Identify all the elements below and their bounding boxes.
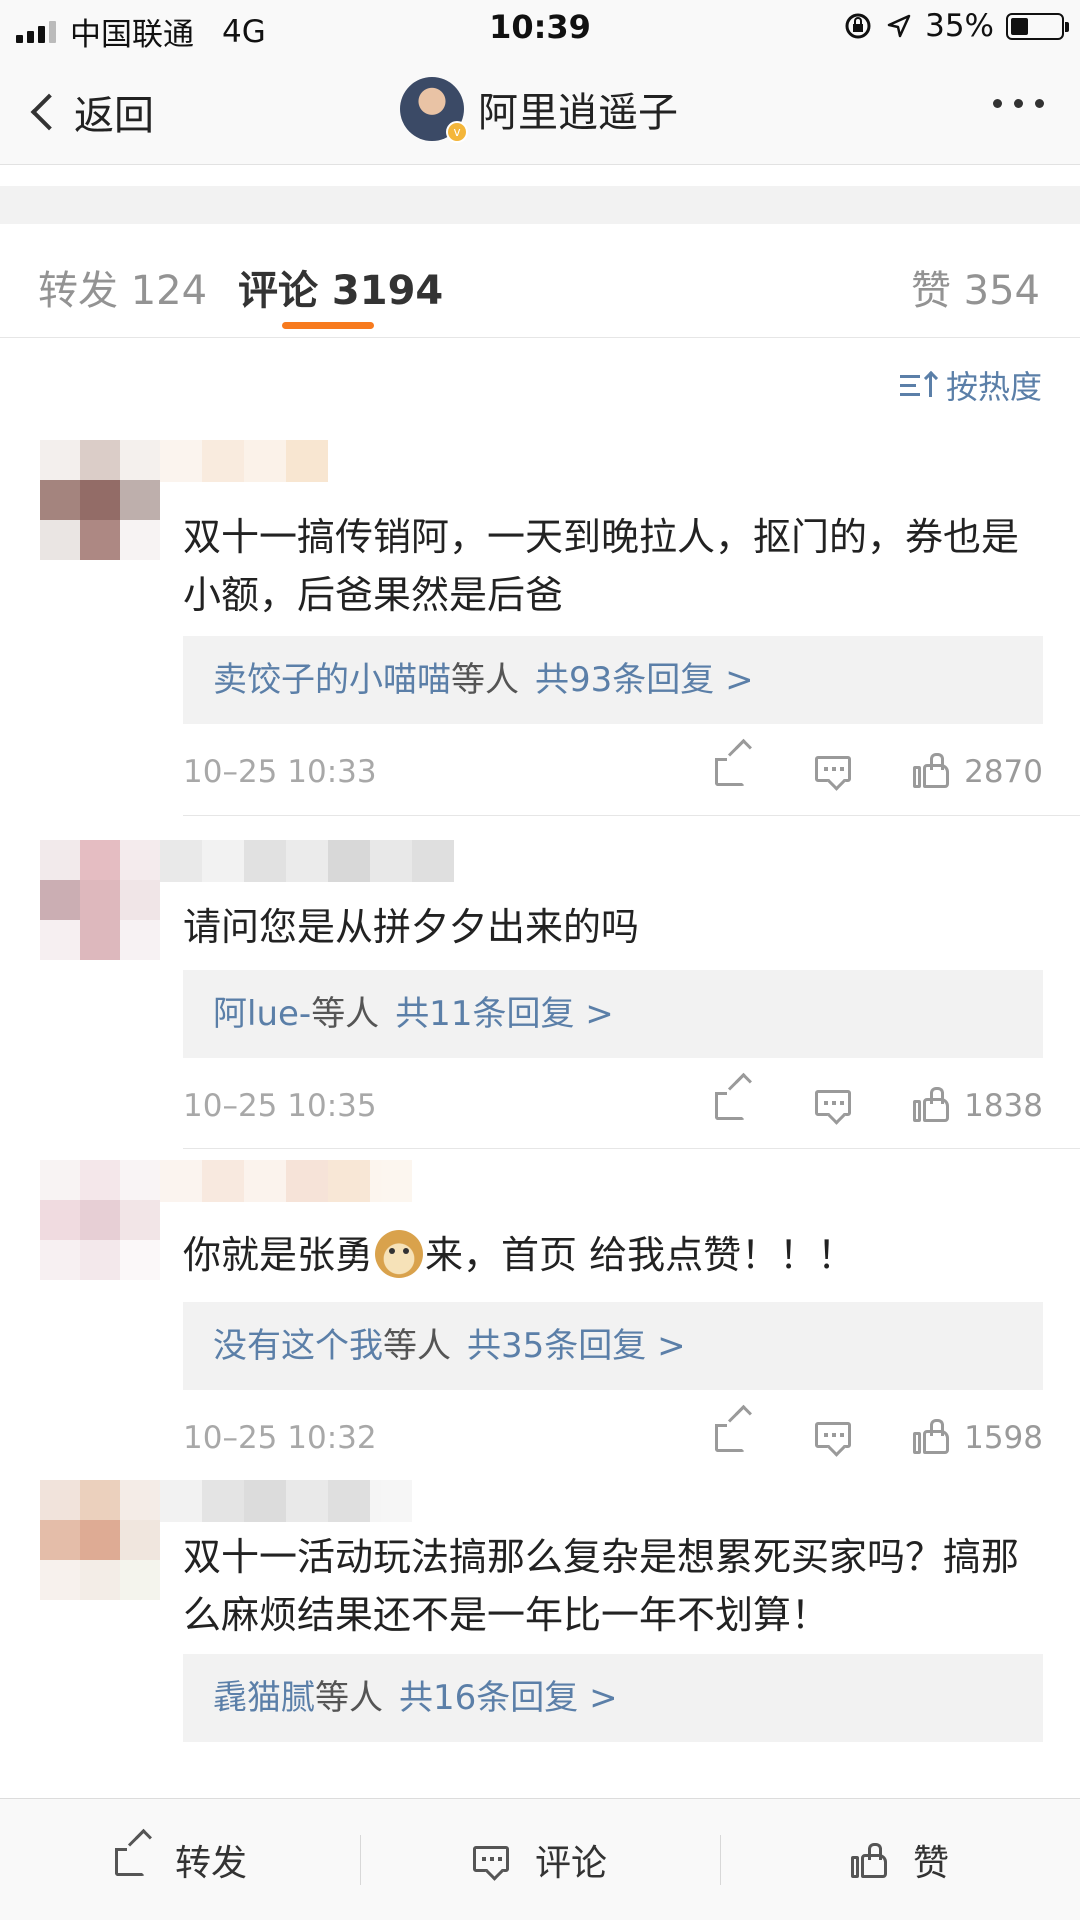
share-icon[interactable] (713, 1404, 752, 1454)
comment-text-part: 你就是张勇 (183, 1233, 374, 1277)
comment-meta: 10–25 10:33 2870 (183, 738, 1043, 794)
commenter-avatar[interactable] (40, 840, 160, 960)
comment-icon (472, 1842, 511, 1878)
reply-users[interactable]: 毳猫腻 (213, 1678, 315, 1718)
sort-icon (899, 370, 939, 399)
like-count: 2870 (964, 754, 1043, 790)
reply-count[interactable]: 共16条回复 > (399, 1678, 618, 1718)
share-icon (113, 1828, 152, 1878)
comment-timestamp: 10–25 10:33 (183, 754, 377, 790)
reply-suffix: 等人 (311, 994, 380, 1034)
tab-repost[interactable]: 转发 124 (38, 258, 207, 316)
commenter-name-blurred[interactable] (160, 1480, 412, 1522)
tab-comments[interactable]: 评论 3194 (238, 258, 443, 316)
repost-label: 转发 (174, 1843, 247, 1884)
avatar: v (400, 77, 468, 143)
reply-suffix: 等人 (315, 1678, 383, 1718)
comment-timestamp: 10–25 10:35 (183, 1088, 377, 1124)
share-icon[interactable] (713, 738, 752, 788)
tab-bar: 转发 124 评论 3194 赞 354 (0, 224, 1080, 338)
comment-label: 评论 (534, 1843, 607, 1884)
commenter-name-blurred[interactable] (160, 840, 454, 882)
status-bar: 中国联通 4G 10:39 35% (0, 0, 1080, 55)
reply-suffix: 等人 (451, 660, 519, 700)
location-arrow-icon (887, 14, 911, 38)
comment-text: 双十一搞传销阿，一天到晚拉人，抠门的，券也是小额，后爸果然是后爸 (183, 515, 1020, 617)
location-lock-icon (845, 13, 871, 39)
comment-text-part: 来，首页 给我点赞！！！ (425, 1233, 856, 1277)
reply-users[interactable]: 没有这个我 (213, 1326, 383, 1366)
share-icon[interactable] (713, 1072, 752, 1122)
like-label: 赞 (912, 1843, 949, 1884)
back-chevron-icon (30, 93, 68, 131)
doge-emoji-icon (375, 1230, 424, 1278)
sort-label: 按热度 (945, 368, 1042, 406)
nav-bar: 返回 v 阿里逍遥子 (0, 55, 1080, 165)
divider (183, 1148, 1080, 1149)
bottom-toolbar: 转发 评论 赞 (0, 1798, 1080, 1920)
screen: 中国联通 4G 10:39 35% 返回 v 阿里逍遥子 转发 124 评论 3… (0, 0, 1080, 1920)
comment-meta: 10–25 10:35 1838 (183, 1072, 1043, 1128)
divider (183, 815, 1080, 816)
like-icon (850, 1842, 889, 1878)
comment-icon[interactable] (815, 1086, 853, 1122)
commenter-avatar[interactable] (40, 440, 160, 560)
repost-button[interactable]: 转发 (0, 1799, 360, 1920)
battery-icon (1006, 12, 1069, 40)
reply-count[interactable]: 共93条回复 > (535, 660, 754, 700)
reply-users[interactable]: 卖饺子的小喵喵 (213, 660, 451, 700)
like-count: 1598 (964, 1420, 1043, 1456)
reply-summary[interactable]: 阿lue-等人 共11条回复 > (183, 970, 1043, 1058)
like-button[interactable]: 赞 (720, 1799, 1080, 1920)
reply-suffix: 等人 (383, 1326, 451, 1366)
battery-fill (1011, 17, 1028, 35)
battery-percent: 35% (925, 8, 994, 44)
like-icon[interactable] (913, 1086, 951, 1122)
reply-count[interactable]: 共35条回复 > (467, 1326, 686, 1366)
comment-icon[interactable] (815, 1418, 853, 1454)
like-icon[interactable] (913, 1418, 951, 1454)
like-count: 1838 (964, 1088, 1043, 1124)
sort-button[interactable]: 按热度 (899, 362, 1042, 408)
nav-title-group[interactable]: v 阿里逍遥子 (400, 77, 678, 143)
comment-timestamp: 10–25 10:32 (183, 1420, 377, 1456)
reply-summary[interactable]: 卖饺子的小喵喵等人 共93条回复 > (183, 636, 1043, 724)
comment-meta: 10–25 10:32 1598 (183, 1404, 1043, 1460)
comment-text: 请问您是从拼夕夕出来的吗 (183, 905, 640, 949)
commenter-avatar[interactable] (40, 1480, 160, 1600)
reply-summary[interactable]: 毳猫腻等人 共16条回复 > (183, 1654, 1043, 1742)
commenter-name-blurred[interactable] (160, 1160, 412, 1202)
commenter-name-blurred[interactable] (160, 440, 328, 482)
tab-likes[interactable]: 赞 354 (911, 258, 1040, 316)
reply-summary[interactable]: 没有这个我等人 共35条回复 > (183, 1302, 1043, 1390)
status-right: 35% (843, 8, 1069, 44)
verified-badge-icon: v (446, 121, 468, 143)
back-label: 返回 (74, 93, 154, 139)
comment-text: 你就是张勇 来，首页 给我点赞！！！ (183, 1226, 1043, 1284)
tab-active-indicator (282, 322, 374, 329)
commenter-avatar[interactable] (40, 1160, 160, 1280)
more-icon[interactable] (993, 99, 1044, 108)
comment-icon[interactable] (815, 752, 853, 788)
back-button[interactable]: 返回 (28, 83, 154, 141)
page-title: 阿里逍遥子 (478, 90, 678, 136)
section-gap (0, 186, 1080, 224)
reply-count[interactable]: 共11条回复 > (395, 994, 614, 1034)
comment-button[interactable]: 评论 (360, 1799, 720, 1920)
like-icon[interactable] (913, 752, 951, 788)
reply-users[interactable]: 阿lue- (213, 994, 311, 1034)
comment-text: 双十一活动玩法搞那么复杂是想累死买家吗？搞那么麻烦结果还不是一年比一年不划算！ (183, 1535, 1020, 1637)
